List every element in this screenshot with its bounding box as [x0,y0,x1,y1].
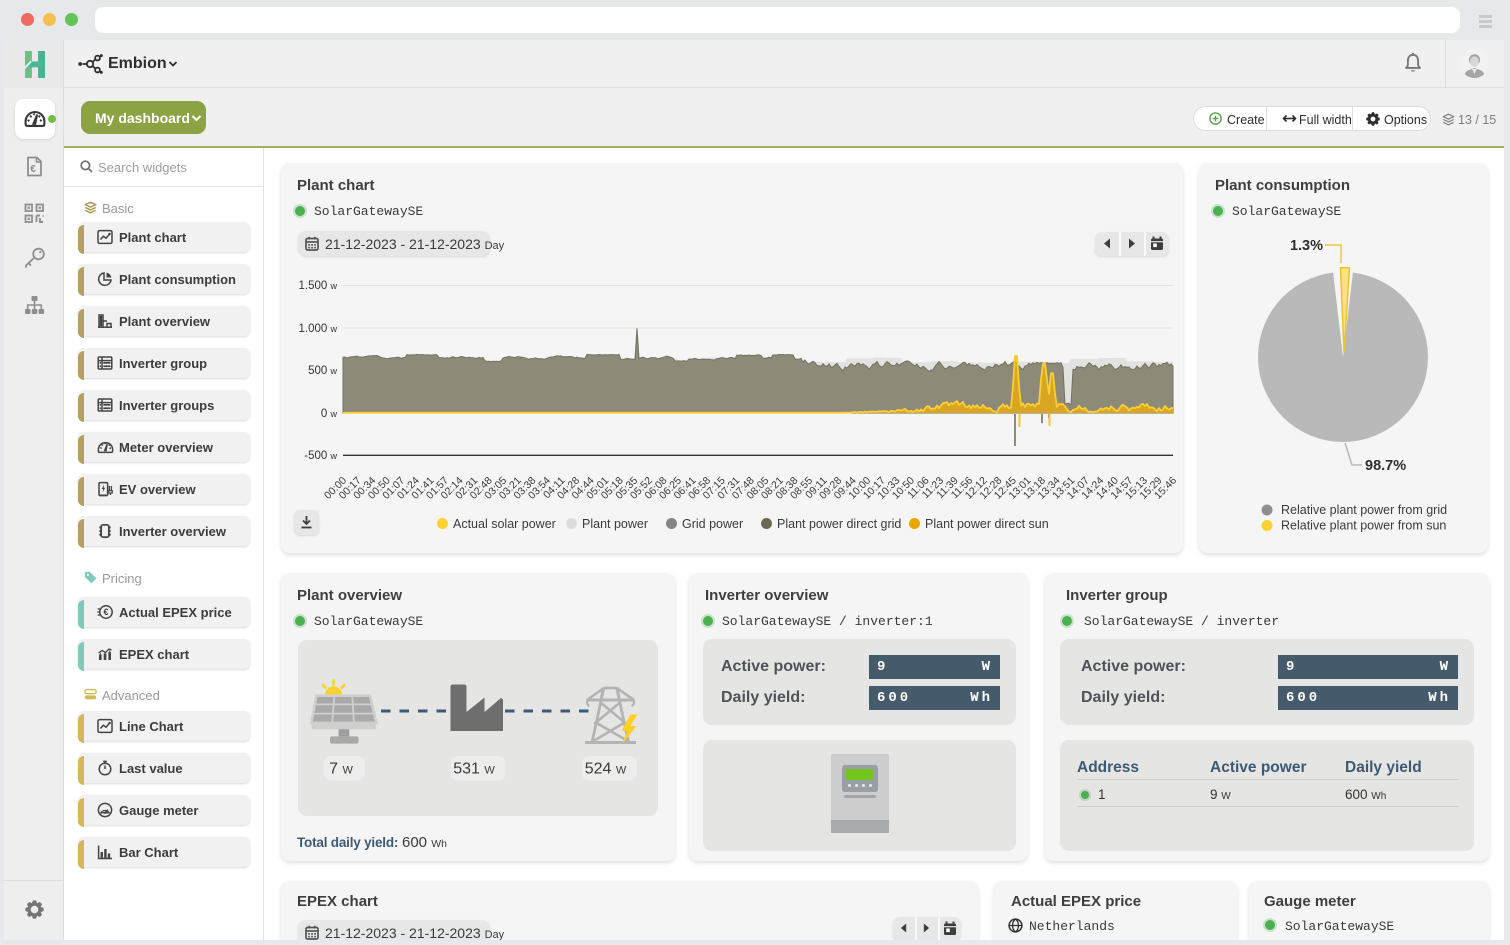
svg-text:0 w: 0 w [321,408,338,420]
svg-text:Relative plant power from sun: Relative plant power from sun [1281,519,1446,533]
svg-text:500 w: 500 w [308,365,337,377]
svg-text:€: € [30,164,36,175]
svg-text:1.500 w: 1.500 w [299,280,338,292]
svg-text:1.000 w: 1.000 w [299,323,338,335]
svg-text:-500 w: -500 w [304,450,337,462]
svg-text:98.7%: 98.7% [1365,458,1406,474]
svg-text:Relative plant power from grid: Relative plant power from grid [1281,503,1447,517]
svg-text:€: € [103,607,108,617]
svg-text:1.3%: 1.3% [1290,238,1323,254]
